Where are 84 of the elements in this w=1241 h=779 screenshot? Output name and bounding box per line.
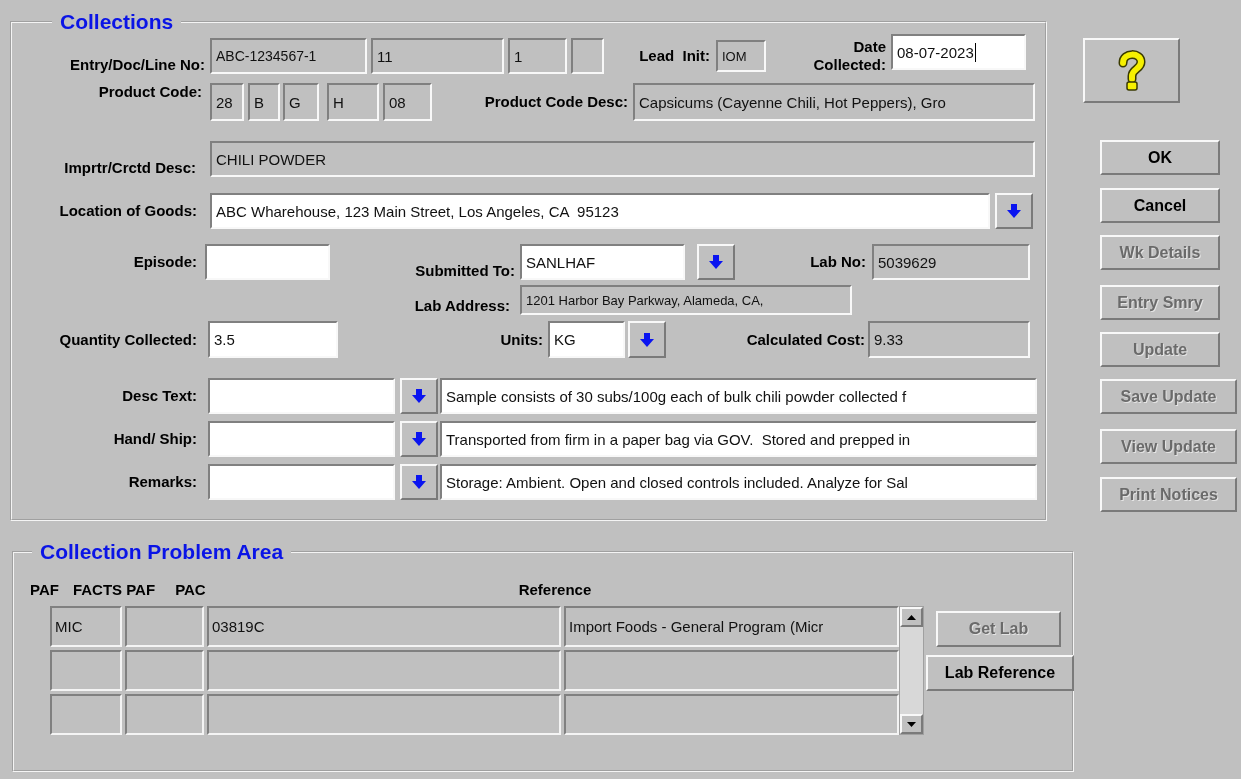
input-field[interactable]: B: [248, 83, 280, 121]
field-label: Lab Address:: [413, 297, 510, 315]
action-button[interactable]: Lab Reference: [926, 655, 1074, 691]
input-field[interactable]: CHILI POWDER: [210, 141, 1035, 177]
field-label: Lead Init:: [638, 47, 710, 65]
column-header: FACTS PAF: [72, 581, 156, 598]
down-arrow-icon: [639, 331, 655, 348]
input-field[interactable]: 11: [371, 38, 504, 74]
field-label: Entry/Doc/Line No:: [69, 56, 205, 74]
field-label: Remarks:: [127, 473, 197, 491]
table-cell[interactable]: [564, 650, 899, 691]
field-label: Product Code:: [97, 83, 202, 101]
dropdown-button[interactable]: [995, 193, 1033, 229]
input-field[interactable]: [208, 421, 395, 457]
column-header: PAC: [175, 581, 206, 598]
input-field[interactable]: Transported from firm in a paper bag via GOV. Stored and prepped in: [440, 421, 1037, 457]
dropdown-button[interactable]: [628, 321, 666, 358]
table-cell[interactable]: [564, 694, 899, 735]
field-label: Date Collected:: [812, 38, 886, 74]
input-field[interactable]: 1: [508, 38, 567, 74]
scrollbar[interactable]: [899, 606, 924, 735]
input-field[interactable]: 28: [210, 83, 244, 121]
column-header: Reference: [518, 581, 592, 598]
action-button[interactable]: OK: [1100, 140, 1220, 175]
table-cell[interactable]: [207, 650, 561, 691]
down-arrow-icon: [411, 431, 427, 447]
field-label: Lab No:: [809, 253, 866, 271]
input-field[interactable]: [208, 464, 395, 500]
section-title: Collections: [59, 10, 175, 34]
dropdown-button[interactable]: [400, 378, 438, 414]
input-field[interactable]: [208, 378, 395, 414]
input-field[interactable]: Storage: Ambient. Open and closed controls included. Analyze for Sal: [440, 464, 1037, 500]
input-field[interactable]: Capsicums (Cayenne Chili, Hot Peppers), Gro: [633, 83, 1035, 121]
input-field[interactable]: 3.5: [208, 321, 338, 358]
table-cell[interactable]: [50, 694, 122, 735]
input-field[interactable]: ABC-1234567-1: [210, 38, 367, 74]
input-field[interactable]: 08-07-2023: [891, 34, 1026, 70]
dropdown-button[interactable]: [400, 464, 438, 500]
dropdown-button[interactable]: [697, 244, 735, 280]
scroll-down-button[interactable]: [900, 714, 923, 734]
input-field[interactable]: IOM: [716, 40, 766, 72]
input-field[interactable]: [205, 244, 330, 280]
input-field[interactable]: 08: [383, 83, 432, 121]
input-field[interactable]: H: [327, 83, 379, 121]
table-cell[interactable]: [125, 606, 204, 647]
field-label: Hand/ Ship:: [112, 430, 197, 448]
input-field[interactable]: Sample consists of 30 subs/100g each of bulk chili powder collected f: [440, 378, 1037, 414]
field-label: Imprtr/Crctd Desc:: [63, 159, 196, 177]
input-field[interactable]: G: [283, 83, 319, 121]
field-label: Episode:: [132, 253, 197, 271]
help-button[interactable]: [1083, 38, 1180, 103]
section-title: Collection Problem Area: [39, 540, 285, 564]
field-label: Desc Text:: [121, 387, 197, 405]
field-label: Quantity Collected:: [58, 330, 197, 349]
field-label: Units:: [499, 330, 543, 349]
action-button[interactable]: Cancel: [1100, 188, 1220, 223]
table-cell[interactable]: [50, 650, 122, 691]
field-label: Calculated Cost:: [745, 330, 865, 349]
input-field[interactable]: [571, 38, 604, 74]
table-cell[interactable]: 03819C: [207, 606, 561, 647]
table-cell[interactable]: MIC: [50, 606, 122, 647]
field-label: Submitted To:: [414, 262, 515, 280]
table-cell[interactable]: [125, 694, 204, 735]
column-header: PAF: [30, 581, 59, 598]
field-label: Location of Goods:: [58, 202, 197, 220]
scroll-up-icon: [907, 614, 916, 620]
table-cell[interactable]: [125, 650, 204, 691]
table-cell[interactable]: Import Foods - General Program (Micr: [564, 606, 899, 647]
table-cell[interactable]: [207, 694, 561, 735]
scroll-down-icon: [907, 721, 916, 727]
down-arrow-icon: [1006, 203, 1022, 219]
input-field[interactable]: 1201 Harbor Bay Parkway, Alameda, CA,: [520, 285, 852, 315]
down-arrow-icon: [708, 254, 724, 270]
help-icon: [1116, 49, 1147, 92]
input-field[interactable]: ABC Wharehouse, 123 Main Street, Los Angeles, CA 95123: [210, 193, 990, 229]
down-arrow-icon: [411, 388, 427, 404]
dropdown-button[interactable]: [400, 421, 438, 457]
input-field[interactable]: KG: [548, 321, 625, 358]
input-field[interactable]: SANLHAF: [520, 244, 685, 280]
scroll-up-button[interactable]: [900, 607, 923, 627]
down-arrow-icon: [411, 474, 427, 490]
input-field[interactable]: 5039629: [872, 244, 1030, 280]
field-label: Product Code Desc:: [483, 93, 628, 111]
input-field[interactable]: 9.33: [868, 321, 1030, 358]
